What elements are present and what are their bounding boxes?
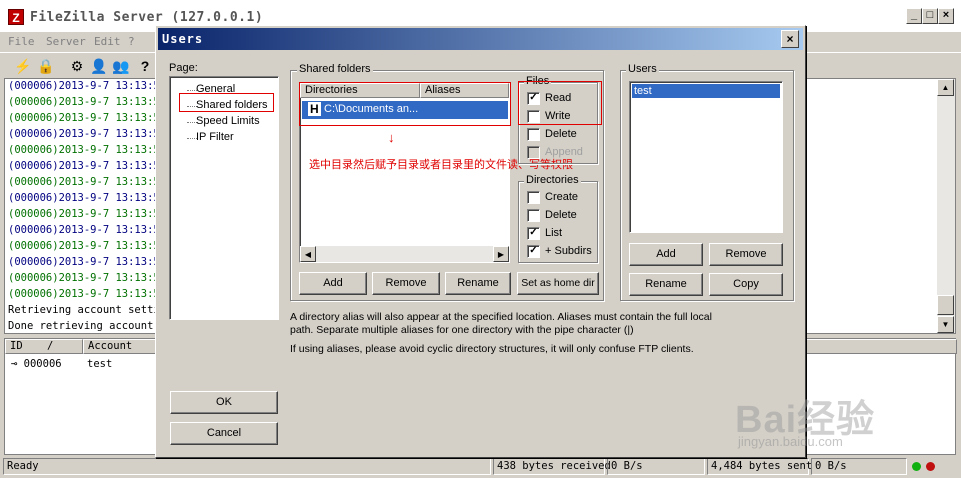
files-write-label: Write: [545, 110, 571, 122]
alias-hint-3: If using aliases, please avoid cyclic di…: [290, 343, 694, 355]
user-remove-button[interactable]: Remove: [709, 243, 783, 266]
dirs-delete-label: Delete: [545, 209, 577, 221]
close-button[interactable]: ×: [938, 8, 954, 24]
scroll-thumb[interactable]: [937, 295, 954, 315]
files-delete-checkbox[interactable]: [527, 128, 540, 141]
groups-icon[interactable]: 👥: [112, 57, 130, 75]
col-id-label: ID: [10, 340, 23, 352]
dialog-title: Users: [162, 32, 204, 46]
log-line: (000006)2013-9-7 13:13:51: [8, 96, 167, 108]
page-ip-filter[interactable]: IP Filter: [196, 131, 234, 143]
log-line: Done retrieving account s: [8, 320, 167, 332]
directories-label: Directories: [524, 174, 581, 186]
send-led-icon: [926, 462, 935, 471]
dirs-list-label: List: [545, 227, 563, 239]
dialog-title-bar: Users ×: [158, 28, 803, 50]
cancel-button[interactable]: Cancel: [170, 422, 278, 445]
users-icon[interactable]: 👤: [90, 57, 108, 75]
dirs-create-checkbox[interactable]: [527, 191, 540, 204]
dialog-close-button[interactable]: ×: [781, 30, 799, 48]
users-dialog: Users × Page: General Shared folders Spe…: [155, 25, 806, 458]
col-header-id[interactable]: ID /: [5, 339, 83, 354]
log-line: (000006)2013-9-7 13:13:51: [8, 112, 167, 124]
log-line: (000006)2013-9-7 13:13:53: [8, 144, 167, 156]
status-received: 438 bytes received: [493, 458, 611, 475]
dirs-create-label: Create: [545, 191, 579, 203]
set-home-dir-button[interactable]: Set as home dir: [517, 272, 599, 295]
log-line: (000006)2013-9-7 13:13:53: [8, 256, 167, 268]
users-label: Users: [626, 63, 659, 75]
log-line: (000006)2013-9-7 13:13:53: [8, 240, 167, 252]
alias-hint-2: path. Separate multiple aliases for one …: [290, 324, 634, 336]
files-append-label: Append: [545, 146, 583, 158]
alias-hint-1: A directory alias will also appear at th…: [290, 311, 712, 323]
status-ready: Ready: [3, 458, 491, 475]
recv-led-icon: [912, 462, 921, 471]
minimize-button[interactable]: _: [906, 8, 922, 24]
dirs-subdirs-checkbox[interactable]: ✓: [527, 245, 540, 258]
log-scrollbar[interactable]: ▲ ▼: [937, 79, 955, 333]
highlight-directory: [299, 82, 511, 126]
status-recv-rate: 0 B/s: [607, 458, 705, 475]
menu-file[interactable]: File: [8, 35, 35, 48]
status-sent-rate: 0 B/s: [811, 458, 907, 475]
page-tree[interactable]: General Shared folders Speed Limits IP F…: [169, 76, 279, 320]
watermark-url: jingyan.baidu.com: [738, 434, 843, 449]
arrow-down-icon: ↓: [388, 130, 395, 145]
status-sent: 4,484 bytes sent: [707, 458, 812, 475]
dirs-delete-checkbox[interactable]: [527, 209, 540, 222]
page-speed-limits[interactable]: Speed Limits: [196, 115, 260, 127]
scroll-left-icon[interactable]: ◀: [300, 246, 316, 262]
connection-plug-icon: ⊸: [11, 358, 18, 370]
lock-icon[interactable]: 🔒: [37, 57, 55, 75]
scroll-down-icon[interactable]: ▼: [937, 316, 954, 333]
highlight-shared-folders: [179, 93, 274, 112]
ok-button[interactable]: OK: [170, 391, 278, 414]
shared-folders-label: Shared folders: [297, 63, 373, 75]
log-line: (000006)2013-9-7 13:13:51: [8, 80, 167, 92]
folder-add-button[interactable]: Add: [299, 272, 367, 295]
dirs-list-checkbox[interactable]: ✓: [527, 227, 540, 240]
log-line: (000006)2013-9-7 13:13:53: [8, 176, 167, 188]
sort-icon: /: [46, 340, 54, 352]
user-add-button[interactable]: Add: [629, 243, 703, 266]
scroll-right-icon[interactable]: ▶: [493, 246, 509, 262]
scroll-up-icon[interactable]: ▲: [937, 79, 954, 96]
log-line: (000006)2013-9-7 13:13:53: [8, 272, 167, 284]
menu-edit[interactable]: Edit: [94, 35, 121, 48]
log-line: (000006)2013-9-7 13:13:53: [8, 288, 167, 300]
files-read-label: Read: [545, 92, 572, 104]
connection-id: 000006: [23, 358, 62, 370]
files-append-checkbox[interactable]: [527, 146, 540, 159]
menu-server[interactable]: Server: [46, 35, 86, 48]
connect-icon[interactable]: ⚡: [14, 57, 32, 75]
connection-row[interactable]: ⊸ 000006 test: [11, 358, 112, 370]
user-copy-button[interactable]: Copy: [709, 273, 783, 296]
directory-hscroll[interactable]: ◀ ▶: [300, 246, 509, 262]
dirs-subdirs-label: + Subdirs: [545, 245, 592, 257]
maximize-button[interactable]: □: [922, 8, 938, 24]
files-delete-label: Delete: [545, 128, 577, 140]
user-item[interactable]: test: [632, 84, 780, 98]
menu-help[interactable]: ?: [128, 35, 135, 48]
help-icon[interactable]: ?: [136, 57, 154, 75]
log-line: (000006)2013-9-7 13:13:53: [8, 192, 167, 204]
files-read-checkbox[interactable]: ✓: [527, 92, 540, 105]
filezilla-logo-icon: Z: [8, 9, 24, 25]
folder-rename-button[interactable]: Rename: [445, 272, 511, 295]
page-label: Page:: [169, 62, 198, 74]
log-line: (000006)2013-9-7 13:13:53: [8, 128, 167, 140]
user-rename-button[interactable]: Rename: [629, 273, 703, 296]
settings-icon[interactable]: ⚙: [68, 57, 86, 75]
users-list[interactable]: test: [629, 81, 783, 233]
log-line: Retrieving account settin: [8, 304, 167, 316]
window-title: FileZilla Server (127.0.0.1): [30, 10, 264, 25]
folder-remove-button[interactable]: Remove: [372, 272, 440, 295]
log-line: (000006)2013-9-7 13:13:53: [8, 160, 167, 172]
log-line: (000006)2013-9-7 13:13:53: [8, 208, 167, 220]
log-line: (000006)2013-9-7 13:13:53: [8, 224, 167, 236]
files-write-checkbox[interactable]: [527, 110, 540, 123]
status-bar: Ready 438 bytes received 0 B/s 4,484 byt…: [0, 457, 961, 478]
connection-account: test: [87, 358, 113, 370]
